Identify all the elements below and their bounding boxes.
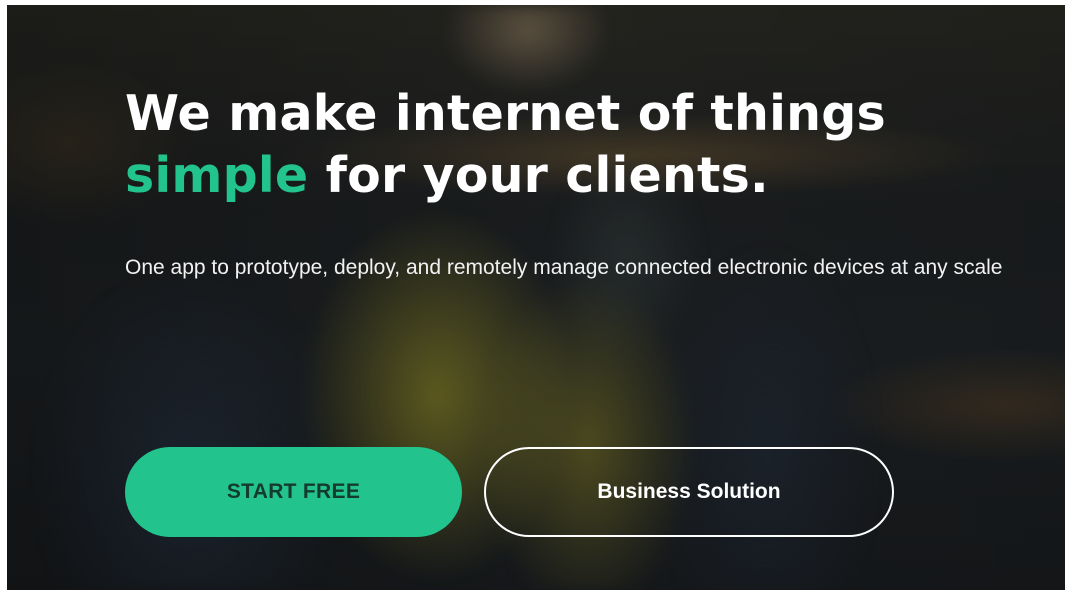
business-solution-button-label: Business Solution: [597, 480, 781, 503]
start-free-button[interactable]: START FREE: [125, 447, 462, 537]
headline-accent-word: simple: [125, 147, 309, 204]
business-solution-button[interactable]: Business Solution: [484, 447, 894, 537]
hero-section: We make internet of things simple for you…: [7, 5, 1065, 590]
hero-subtitle: One app to prototype, deploy, and remote…: [125, 256, 1003, 279]
start-free-button-label: START FREE: [226, 480, 361, 503]
headline-line-1: We make internet of things: [125, 85, 886, 142]
headline-line-2: for your clients.: [308, 147, 769, 204]
hero-headline: We make internet of things simple for you…: [125, 83, 886, 207]
